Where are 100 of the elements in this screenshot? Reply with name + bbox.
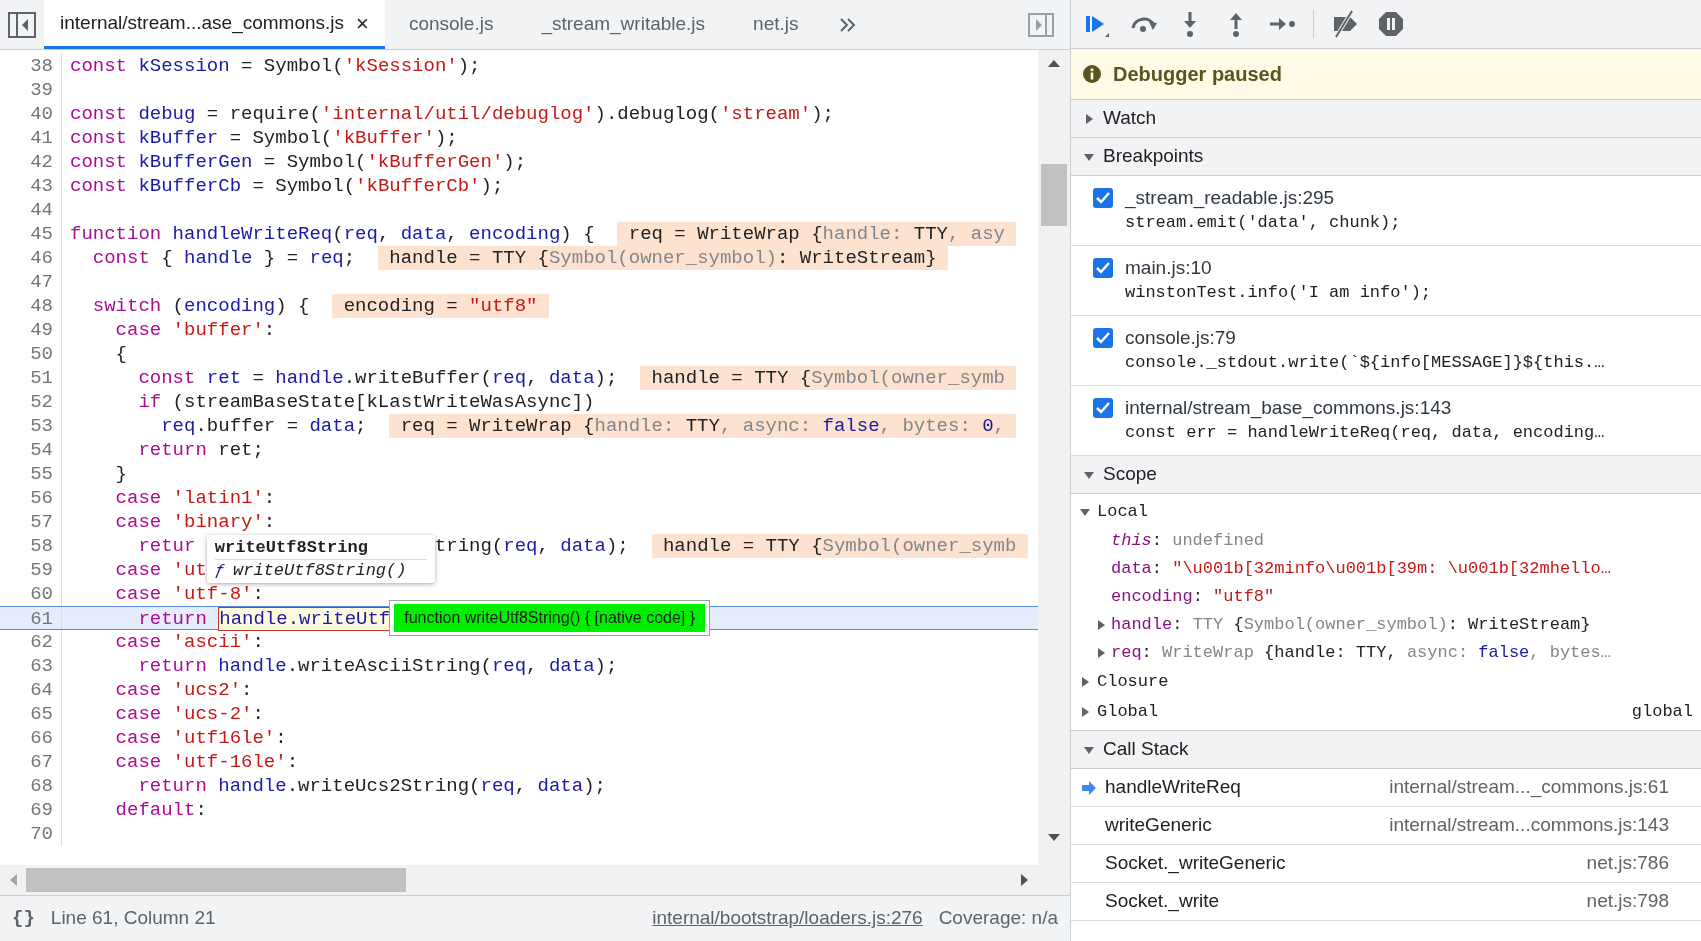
scope-value: global bbox=[1631, 701, 1693, 723]
frame-location: net.js:798 bbox=[1586, 889, 1669, 914]
line-number: 68 bbox=[0, 774, 62, 798]
scroll-right-icon[interactable] bbox=[1020, 873, 1030, 887]
code-line: const kBufferCb = Symbol('kBufferCb'); bbox=[70, 174, 504, 198]
line-number: 50 bbox=[0, 342, 62, 366]
scope-group[interactable]: Local bbox=[1071, 497, 1701, 527]
breakpoint-checkbox[interactable] bbox=[1093, 398, 1113, 418]
call-frame[interactable]: Socket._write net.js:798 bbox=[1071, 883, 1701, 921]
function-signature: writeUtf8String() bbox=[233, 559, 407, 582]
breakpoint-code: stream.emit('data', chunk); bbox=[1125, 212, 1401, 234]
expand-triangle-icon[interactable] bbox=[1095, 647, 1107, 659]
code-line: const kBufferGen = Symbol('kBufferGen'); bbox=[70, 150, 527, 174]
call-frame[interactable]: writeGeneric internal/stream...commons.js:143 bbox=[1071, 807, 1701, 845]
breakpoint-location[interactable]: _stream_readable.js:295 bbox=[1125, 186, 1401, 210]
line-number: 63 bbox=[0, 654, 62, 678]
info-icon bbox=[1083, 65, 1101, 83]
file-tab[interactable]: console.js bbox=[384, 0, 518, 49]
frame-function: Socket._write bbox=[1105, 889, 1220, 914]
inline-value: encoding = "utf8" bbox=[332, 294, 549, 318]
section-header[interactable]: Breakpoints bbox=[1071, 138, 1701, 176]
breakpoint-location[interactable]: console.js:79 bbox=[1125, 326, 1605, 350]
code-line: const kBuffer = Symbol('kBuffer'); bbox=[70, 126, 458, 150]
code-line: case 'utf16le': bbox=[114, 726, 287, 750]
code-line: switch (encoding) { bbox=[91, 294, 310, 318]
pause-on-exceptions-icon[interactable] bbox=[1376, 9, 1406, 39]
code-line: case 'buffer': bbox=[114, 318, 276, 342]
line-number: 54 bbox=[0, 438, 62, 462]
collapse-triangle-icon[interactable] bbox=[1079, 506, 1091, 518]
breakpoint-code: winstonTest.info('I am info'); bbox=[1125, 282, 1432, 304]
line-number: 47 bbox=[0, 270, 62, 294]
code-line: default: bbox=[114, 798, 207, 822]
frame-function: handleWriteReq bbox=[1105, 775, 1241, 800]
breakpoint-code: const err = handleWriteReq(req, data, encoding… bbox=[1125, 422, 1605, 444]
line-number: 53 bbox=[0, 414, 62, 438]
line-number: 56 bbox=[0, 486, 62, 510]
breakpoint-location[interactable]: main.js:10 bbox=[1125, 256, 1432, 280]
line-number: 46 bbox=[0, 246, 62, 270]
code-line: const debug = require('internal/util/debuglog').debuglog('stream'); bbox=[70, 102, 834, 126]
breakpoint-checkbox[interactable] bbox=[1093, 328, 1113, 348]
sidebar-toggle-icon[interactable] bbox=[8, 11, 36, 38]
function-glyph: ƒ bbox=[214, 559, 225, 582]
code-line: { bbox=[114, 342, 127, 366]
breakpoint-location[interactable]: internal/stream_base_commons.js:143 bbox=[1125, 396, 1605, 420]
inline-value: req = WriteWrap {handle: TTY, asy bbox=[617, 222, 1017, 246]
scroll-up-icon[interactable] bbox=[1047, 58, 1061, 68]
inline-value: handle = TTY {Symbol(owner_symb bbox=[651, 534, 1028, 558]
line-number: 65 bbox=[0, 702, 62, 726]
scroll-down-icon[interactable] bbox=[1047, 833, 1061, 843]
popover-title: writeUtf8String bbox=[214, 536, 427, 560]
line-number: 58 bbox=[0, 534, 62, 558]
line-number: 40 bbox=[0, 102, 62, 126]
section-header[interactable]: Watch bbox=[1071, 100, 1701, 138]
line-number: 38 bbox=[0, 54, 62, 78]
line-number: 59 bbox=[0, 558, 62, 582]
file-tab[interactable]: net.js bbox=[729, 0, 823, 49]
code-line: const { handle } = req; bbox=[91, 246, 356, 270]
call-frame[interactable]: Socket._writeGeneric net.js:786 bbox=[1071, 845, 1701, 883]
horizontal-scrollbar[interactable] bbox=[0, 865, 1038, 895]
scope-variable: req: WriteWrap {handle: TTY, async: false, bytes… bbox=[1111, 642, 1611, 664]
code-line: if (streamBaseState[kLastWriteWasAsync]) bbox=[137, 390, 595, 414]
code-line: return ret; bbox=[137, 438, 264, 462]
cursor-position: Line 61, Column 21 bbox=[50, 906, 216, 931]
vertical-scrollbar[interactable] bbox=[1038, 50, 1070, 895]
coverage-label: Coverage: n/a bbox=[938, 906, 1058, 931]
call-frame[interactable]: handleWriteReq internal/stream..._commons.js:61 bbox=[1071, 769, 1701, 807]
line-number: 69 bbox=[0, 798, 62, 822]
line-number: 48 bbox=[0, 294, 62, 318]
file-tab[interactable]: internal/stream...ase_commons.js × bbox=[44, 0, 385, 49]
code-line: return handle.writeAsciiString(req, data); bbox=[137, 654, 618, 678]
pretty-print-button[interactable]: {} bbox=[12, 904, 35, 933]
inline-value: req = WriteWrap {handle: TTY, async: false, bytes: 0, bbox=[389, 414, 1017, 438]
code-line: tring(req, data); bbox=[434, 534, 629, 558]
chevrons-right-icon[interactable] bbox=[838, 16, 857, 33]
expand-triangle-icon[interactable] bbox=[1079, 706, 1091, 718]
current-frame-arrow-icon bbox=[1081, 779, 1097, 796]
frame-location: internal/stream...commons.js:143 bbox=[1389, 813, 1669, 838]
scope-group[interactable]: Closure bbox=[1071, 667, 1701, 697]
breakpoint-checkbox[interactable] bbox=[1093, 188, 1113, 208]
scope-variable: data: "\u001b[32minfo\u001b[39m: \u001b[32mhello… bbox=[1111, 558, 1611, 580]
code-line: case 'ucs2': bbox=[114, 678, 253, 702]
line-number: 39 bbox=[0, 78, 62, 102]
code-line: } bbox=[114, 462, 127, 486]
expand-triangle-icon[interactable] bbox=[1079, 676, 1091, 688]
section-header[interactable]: Scope bbox=[1071, 456, 1701, 494]
line-number: 52 bbox=[0, 390, 62, 414]
line-number: 49 bbox=[0, 318, 62, 342]
value-tooltip: function writeUtf8String() { [native code] } bbox=[389, 600, 711, 636]
scrollbar-thumb[interactable] bbox=[1041, 164, 1067, 226]
panel-toggle-icon[interactable] bbox=[1028, 12, 1054, 37]
breakpoint-checkbox[interactable] bbox=[1093, 258, 1113, 278]
expand-triangle-icon[interactable] bbox=[1095, 619, 1107, 631]
file-tab[interactable]: _stream_writable.js bbox=[517, 0, 730, 49]
source-link[interactable]: internal/bootstrap/loaders.js:276 bbox=[652, 904, 923, 933]
section-header[interactable]: Call Stack bbox=[1071, 731, 1701, 769]
close-tab-button[interactable]: × bbox=[356, 6, 369, 40]
scrollbar-thumb[interactable] bbox=[26, 868, 406, 892]
code-line: retur bbox=[137, 534, 196, 558]
expand-triangle-icon[interactable] bbox=[1083, 112, 1095, 125]
scope-group[interactable]: Global global bbox=[1071, 697, 1701, 727]
